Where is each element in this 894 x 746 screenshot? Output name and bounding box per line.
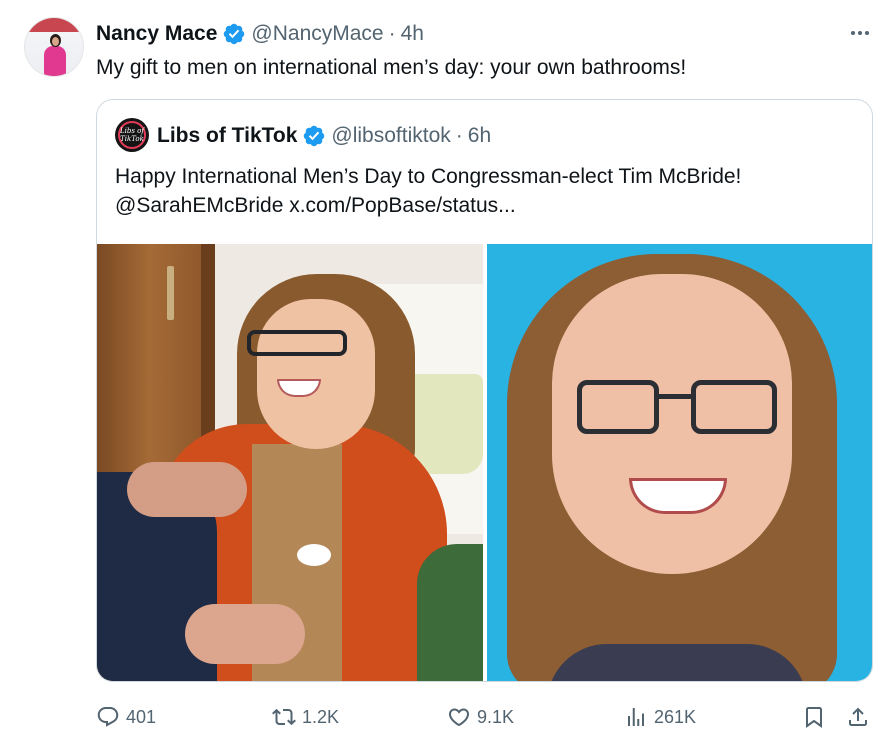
bookmark-icon [806, 707, 822, 728]
more-options-button[interactable] [845, 22, 875, 44]
author-name[interactable]: Nancy Mace [96, 22, 217, 46]
avatar-person [43, 34, 67, 76]
more-dot-icon [858, 31, 862, 35]
views-count: 261K [654, 706, 697, 727]
repost-button[interactable]: 1.2K [272, 700, 339, 734]
tweet[interactable]: Nancy Mace @NancyMace · 4h My gift to me… [0, 0, 894, 746]
avatar-logo-text: Libs of TikTok [120, 127, 144, 143]
repost-icon [272, 708, 296, 726]
tweet-header: Nancy Mace @NancyMace · 4h [96, 20, 424, 48]
views-chart-icon [628, 708, 644, 726]
quoted-header: Libs of TikTok @libsoftiktok · 6h [157, 122, 491, 150]
verified-badge-icon [304, 125, 325, 147]
reply-button[interactable]: 401 [96, 700, 156, 734]
tweet-actions: 401 1.2K 9.1K 261K [0, 700, 894, 734]
reply-count: 401 [126, 706, 157, 727]
repost-count: 1.2K [302, 706, 340, 727]
heart-icon [448, 708, 470, 727]
quoted-photo-left[interactable] [97, 244, 483, 681]
more-dot-icon [865, 31, 869, 35]
quoted-timestamp[interactable]: 6h [468, 124, 491, 148]
more-dot-icon [851, 31, 855, 35]
like-button[interactable]: 9.1K [447, 700, 514, 734]
views-button[interactable]: 261K [624, 700, 696, 734]
quoted-author-handle[interactable]: @libsoftiktok [331, 124, 450, 148]
reply-icon [97, 707, 119, 727]
quoted-text-line1: Happy International Men’s Day to Congres… [115, 165, 742, 188]
share-button[interactable] [846, 700, 870, 734]
header-separator: · [388, 22, 396, 45]
quoted-author-name[interactable]: Libs of TikTok [157, 124, 297, 148]
like-count: 9.1K [477, 706, 515, 727]
author-avatar[interactable] [24, 17, 84, 77]
verified-badge-icon [224, 23, 245, 45]
quoted-header-separator: · [455, 124, 463, 147]
tweet-text: My gift to men on international men’s da… [96, 56, 687, 79]
bookmark-button[interactable] [802, 700, 826, 734]
share-icon [849, 707, 867, 726]
quoted-author-avatar[interactable]: Libs of TikTok [115, 118, 149, 152]
author-handle[interactable]: @NancyMace [251, 22, 383, 46]
tweet-timestamp[interactable]: 4h [401, 22, 424, 46]
avatar-background [25, 18, 83, 32]
quoted-tweet[interactable]: Libs of TikTok Libs of TikTok @libsoftikt… [96, 99, 873, 682]
quoted-photo-right[interactable] [487, 244, 872, 681]
quoted-text-line2[interactable]: @SarahEMcBride x.com/PopBase/status... [115, 191, 741, 220]
quoted-tweet-text: Happy International Men’s Day to Congres… [115, 162, 741, 220]
